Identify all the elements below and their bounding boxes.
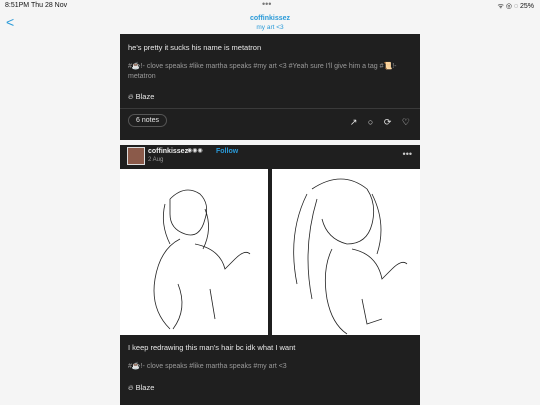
- reblog-icon[interactable]: ⟳: [384, 117, 392, 127]
- blaze-label: Blaze: [135, 92, 155, 101]
- flame-icon: 🔥︎: [128, 383, 134, 392]
- status-bar: 8:51PM Thu 28 Nov ••• ᯤ ◎ ◌ 25%: [0, 0, 540, 10]
- blaze-button[interactable]: 🔥︎ Blaze: [128, 92, 154, 102]
- like-icon[interactable]: ♡: [402, 117, 410, 127]
- multitask-dots[interactable]: •••: [262, 0, 271, 9]
- post-actions: ↗ ○ ⟳ ♡: [342, 117, 410, 128]
- blaze-label: Blaze: [135, 383, 155, 392]
- divider: [120, 108, 420, 109]
- sketch-image[interactable]: [120, 169, 268, 335]
- post-tags[interactable]: #☕!- clove speaks #like martha speaks #m…: [128, 62, 413, 82]
- sketch-image[interactable]: [272, 169, 420, 335]
- sketch-drawing: [293, 178, 408, 335]
- post-tags[interactable]: #☕!- clove speaks #like martha speaks #m…: [128, 362, 413, 372]
- post-text: I keep redrawing this man's hair bc idk …: [128, 343, 296, 352]
- blaze-button[interactable]: 🔥︎ Blaze: [128, 383, 154, 393]
- blog-title[interactable]: coffinkissez: [0, 15, 540, 22]
- more-options-icon[interactable]: •••: [403, 149, 412, 159]
- status-time: 8:51PM Thu 28 Nov: [5, 2, 68, 9]
- blog-header: < coffinkissez my art <3: [0, 10, 540, 36]
- follow-button[interactable]: Follow: [216, 148, 238, 155]
- sketch-drawing: [153, 189, 251, 330]
- reply-icon[interactable]: ○: [368, 117, 373, 127]
- post-username[interactable]: coffinkissez: [148, 148, 188, 155]
- post-card: he's pretty it sucks his name is metatro…: [120, 34, 420, 140]
- flame-icon: 🔥︎: [128, 92, 134, 101]
- post-text: he's pretty it sucks his name is metatro…: [128, 43, 262, 52]
- badge-icons: ◉◉◉: [187, 148, 203, 154]
- share-icon[interactable]: ↗: [350, 117, 358, 127]
- post-date: 2 Aug: [148, 157, 164, 163]
- blog-subtitle: my art <3: [256, 24, 284, 31]
- post-card: coffinkissez ◉◉◉ Follow 2 Aug ••• I keep…: [120, 145, 420, 405]
- notes-button[interactable]: 6 notes: [128, 114, 167, 127]
- avatar[interactable]: [127, 147, 145, 165]
